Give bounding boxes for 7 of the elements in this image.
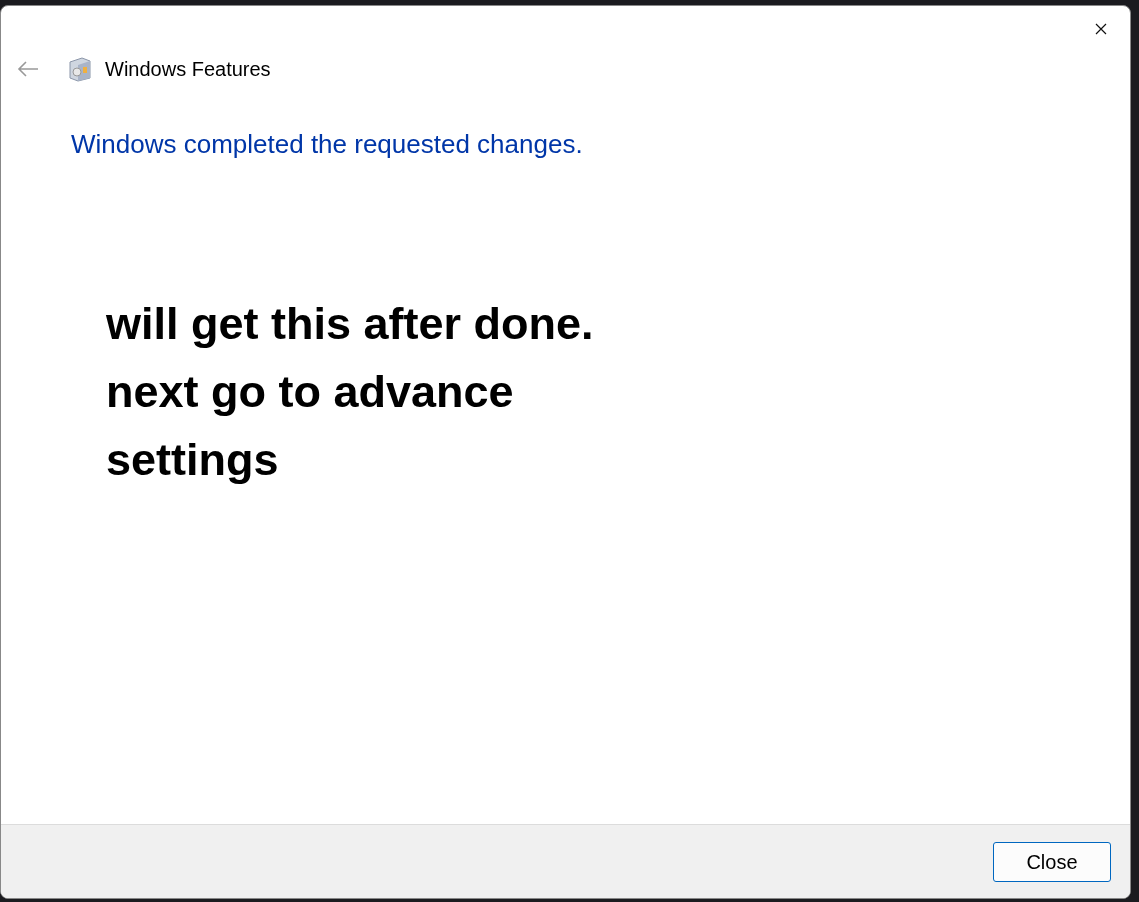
annotation-text: next go to advance (106, 365, 515, 419)
status-heading: Windows completed the requested changes. (71, 128, 584, 161)
close-button[interactable]: Close (993, 842, 1111, 882)
annotation-text: settings (106, 433, 280, 487)
window-title: Windows Features (105, 57, 271, 82)
annotation-text: will get this after done. (106, 297, 595, 351)
box-icon (68, 56, 92, 82)
